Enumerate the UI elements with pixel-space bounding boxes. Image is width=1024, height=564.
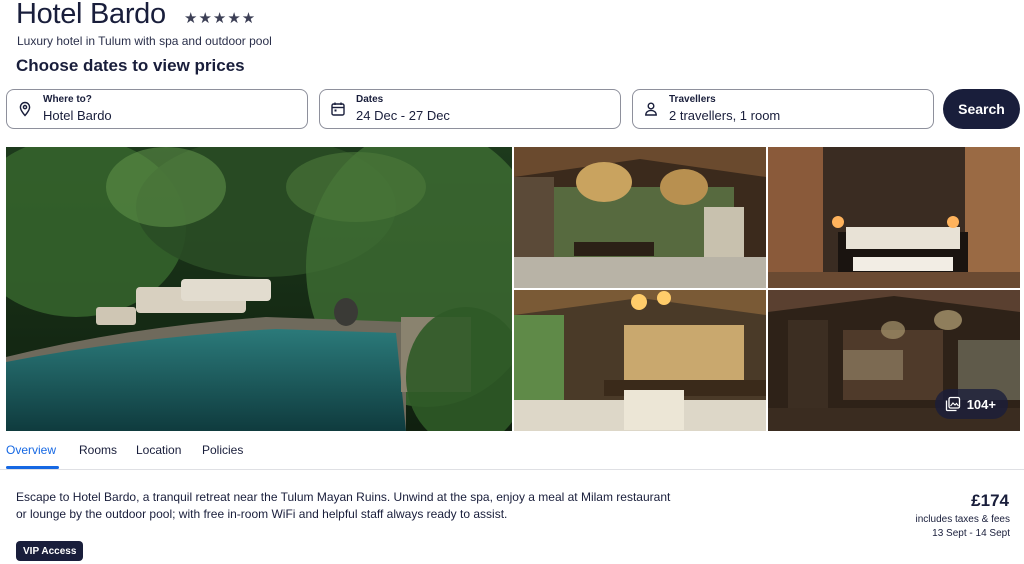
more-photos-count: 104+ xyxy=(966,396,996,412)
photo-bedroom[interactable] xyxy=(768,147,1020,288)
tab-policies[interactable]: Policies xyxy=(202,443,243,457)
price-taxes-note: includes taxes & fees xyxy=(915,514,1011,525)
photo-lounge[interactable]: 104+ xyxy=(768,290,1020,431)
where-to-label: Where to? xyxy=(43,94,92,105)
photo-stack-icon xyxy=(945,396,960,412)
travellers-label: Travellers xyxy=(669,94,716,105)
price-dates: 13 Sept - 14 Sept xyxy=(932,528,1010,539)
vip-access-badge: VIP Access xyxy=(16,541,84,561)
hotel-name: Hotel Bardo xyxy=(16,0,166,30)
tab-overview[interactable]: Overview xyxy=(6,443,56,457)
photo-gallery: 104+ xyxy=(6,147,1020,431)
choose-dates-heading: Choose dates to view prices xyxy=(16,56,245,75)
section-tabs: Overview Rooms Location Policies xyxy=(0,431,1024,470)
travellers-value[interactable]: 2 travellers, 1 room xyxy=(669,108,780,123)
photo-pool[interactable] xyxy=(6,147,512,431)
dates-field[interactable]: Dates 24 Dec - 27 Dec xyxy=(319,89,621,129)
star-rating: ★★★★★ xyxy=(184,10,257,27)
active-tab-indicator xyxy=(6,466,59,469)
where-to-field[interactable]: Where to? Hotel Bardo xyxy=(6,89,308,129)
person-icon xyxy=(645,102,657,116)
where-to-value[interactable]: Hotel Bardo xyxy=(43,108,112,123)
photo-bar[interactable] xyxy=(514,290,766,431)
more-photos-button[interactable]: 104+ xyxy=(934,389,1008,419)
photo-restaurant[interactable] xyxy=(514,147,766,288)
tab-rooms[interactable]: Rooms xyxy=(79,443,117,457)
calendar-icon xyxy=(331,102,345,116)
dates-value[interactable]: 24 Dec - 27 Dec xyxy=(356,108,450,123)
price-amount: £174 xyxy=(971,491,1009,510)
travellers-field[interactable]: Travellers 2 travellers, 1 room xyxy=(632,89,934,129)
search-button[interactable]: Search xyxy=(943,89,1020,129)
hotel-tagline: Luxury hotel in Tulum with spa and outdo… xyxy=(17,34,272,48)
location-pin-icon xyxy=(19,101,31,117)
tab-location[interactable]: Location xyxy=(136,443,181,457)
dates-label: Dates xyxy=(356,94,384,105)
hotel-description: Escape to Hotel Bardo, a tranquil retrea… xyxy=(16,490,671,521)
